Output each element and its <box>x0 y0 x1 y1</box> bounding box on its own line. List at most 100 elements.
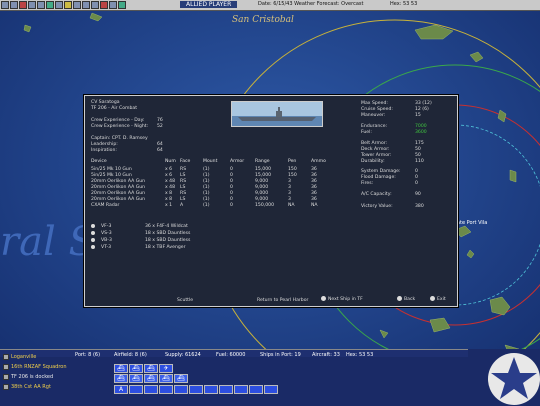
device-cell: 0 <box>230 179 233 184</box>
ship-name[interactable]: CV Saratoga <box>91 100 120 105</box>
map-icon[interactable] <box>82 1 90 9</box>
flag-icon[interactable] <box>100 1 108 9</box>
back-icon <box>397 296 402 301</box>
unit-label: 38th Cst AA Rgt <box>11 384 51 390</box>
captain-name[interactable]: Captain: CPT. D. Ramsey <box>91 136 148 141</box>
ship-slot-icon[interactable]: ⛴ <box>129 364 143 373</box>
unit-icon[interactable] <box>55 1 63 9</box>
ship-slot-icon[interactable] <box>129 385 143 394</box>
base-icon[interactable] <box>46 1 54 9</box>
stat-label: System Damage: <box>361 169 401 174</box>
device-column-header: Pen <box>288 159 297 164</box>
stat-label: Flood Damage: <box>361 175 396 180</box>
back-button[interactable]: Back <box>397 296 415 302</box>
device-cell: x 6 <box>165 173 173 178</box>
device-cell: 9,000 <box>255 179 269 184</box>
device-cell: x 48 <box>165 185 176 190</box>
device-name: 20mm Oerlikon AA Gun <box>91 191 146 196</box>
unit-row-squadron[interactable]: 16th RNZAF Squadron <box>3 364 67 370</box>
back-label: Back <box>404 297 416 302</box>
settings-icon[interactable] <box>109 1 117 9</box>
combat-icon[interactable] <box>19 1 27 9</box>
device-column-header: Face <box>180 159 191 164</box>
squadron-name[interactable]: VF-3 <box>101 224 111 229</box>
ship-slot-icon[interactable]: ⛴ <box>114 364 128 373</box>
device-cell: 36 <box>311 173 317 178</box>
unit-row-tf[interactable]: TF 206 is docked <box>3 374 53 380</box>
squadron-name[interactable]: VB-3 <box>101 238 112 243</box>
info-icon[interactable] <box>10 1 18 9</box>
squadron-name[interactable]: VT-3 <box>101 245 111 250</box>
ship-slot-icon[interactable] <box>204 385 218 394</box>
ship-slot-icon[interactable] <box>144 385 158 394</box>
ship-slot-icon[interactable]: ⛴ <box>129 374 143 383</box>
view-icon[interactable] <box>1 1 9 9</box>
ship-slot-icon[interactable] <box>234 385 248 394</box>
device-column-header: Armor <box>230 159 245 164</box>
bottom-hex: Hex: 53 53 <box>346 352 374 358</box>
leadership-label: Leadership: <box>91 142 118 147</box>
plane-slot-icon[interactable]: ✈ <box>159 364 173 373</box>
plane-icon[interactable] <box>37 1 45 9</box>
date-weather: Date: 6/15/43 Weather Forecast: Overcast <box>258 1 364 7</box>
device-cell: NA <box>311 203 318 208</box>
ship-slot-icon[interactable] <box>249 385 263 394</box>
scuttle-button[interactable]: Scuttle <box>177 298 193 303</box>
device-cell: LS <box>180 173 186 178</box>
squadron-select-icon[interactable] <box>91 231 95 235</box>
ship-slot-icon[interactable] <box>219 385 233 394</box>
stat-value: 90 <box>415 192 421 197</box>
ship-icons-row-3: A <box>114 385 278 394</box>
squadron-aircraft: 18 x SBD Dauntless <box>145 231 191 236</box>
device-cell: x 8 <box>165 191 173 196</box>
ship-slot-icon[interactable] <box>159 385 173 394</box>
report-icon[interactable] <box>64 1 72 9</box>
device-cell: (1) <box>203 173 210 178</box>
unit-row-loganville[interactable]: Loganville <box>3 354 36 360</box>
fuel-stat: Fuel: 60000 <box>216 352 246 358</box>
next-ship-icon <box>321 296 326 301</box>
squadron-select-icon[interactable] <box>91 245 95 249</box>
ship-slot-icon[interactable]: ⛴ <box>144 364 158 373</box>
bottom-info-bar: Port: 8 (6) Airfield: 8 (6) Supply: 6162… <box>0 349 540 406</box>
device-cell: RS <box>180 179 187 184</box>
ship-slot-icon[interactable] <box>189 385 203 394</box>
task-force[interactable]: TF 206 - Air Combat <box>91 106 137 111</box>
ship-slot-icon[interactable]: ⛴ <box>159 374 173 383</box>
device-cell: 0 <box>230 197 233 202</box>
exit-button[interactable]: Exit <box>430 296 446 302</box>
plane-icon <box>3 364 9 370</box>
stat-label: Tower Armor: <box>361 153 392 158</box>
anchor-slot-icon[interactable]: A <box>114 385 128 394</box>
squadron-name[interactable]: VS-3 <box>101 231 112 236</box>
stat-label: Maneuver: <box>361 113 386 118</box>
device-column-header: Mount <box>203 159 218 164</box>
ship-slot-icon[interactable]: ⛴ <box>174 374 188 383</box>
ship-icon[interactable] <box>28 1 36 9</box>
next-ship-label: Next Ship in TF <box>328 297 363 302</box>
next-ship-button[interactable]: Next Ship in TF <box>321 296 363 302</box>
device-cell: 9,000 <box>255 185 269 190</box>
unit-label: Loganville <box>11 354 37 360</box>
list-icon[interactable] <box>73 1 81 9</box>
device-column-header: Ammo <box>311 159 326 164</box>
ship-slot-icon[interactable]: ⛴ <box>114 374 128 383</box>
ship-slot-icon[interactable]: ⛴ <box>144 374 158 383</box>
ship-slot-icon[interactable] <box>174 385 188 394</box>
stat-label: Endurance: <box>361 124 388 129</box>
crew-day-value: 76 <box>157 118 163 123</box>
ship-slot-icon[interactable] <box>264 385 278 394</box>
unit-row-aa-regiment[interactable]: 38th Cst AA Rgt <box>3 384 51 390</box>
return-to-pearl-harbor-button[interactable]: Return to Pearl Harbor <box>257 298 308 303</box>
squadron-select-icon[interactable] <box>91 238 95 242</box>
device-cell: 9,000 <box>255 197 269 202</box>
grid-icon[interactable] <box>91 1 99 9</box>
ship-icons-row-1: ⛴ ⛴ ⛴ ✈ <box>114 364 173 373</box>
device-cell: x 8 <box>165 197 173 202</box>
ship-icon <box>3 374 9 380</box>
stat-label: Victory Value: <box>361 204 393 209</box>
squadron-select-icon[interactable] <box>91 224 95 228</box>
device-cell: 0 <box>230 173 233 178</box>
stat-value: 175 <box>415 141 424 146</box>
end-turn-icon[interactable] <box>118 1 126 9</box>
